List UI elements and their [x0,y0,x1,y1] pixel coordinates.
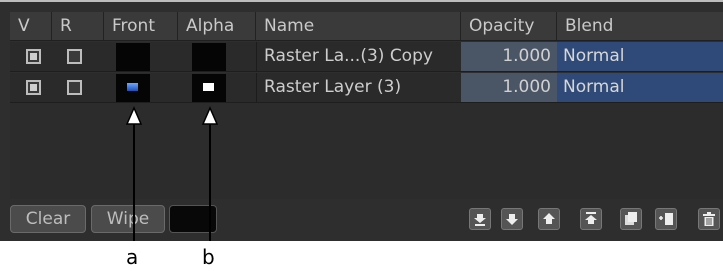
callout-a-arrowhead [125,106,143,125]
callout-b-arrowhead [201,106,219,125]
callout-arrows [125,106,219,241]
callout-label-b: b [202,245,215,269]
callout-label-a: a [126,245,139,269]
